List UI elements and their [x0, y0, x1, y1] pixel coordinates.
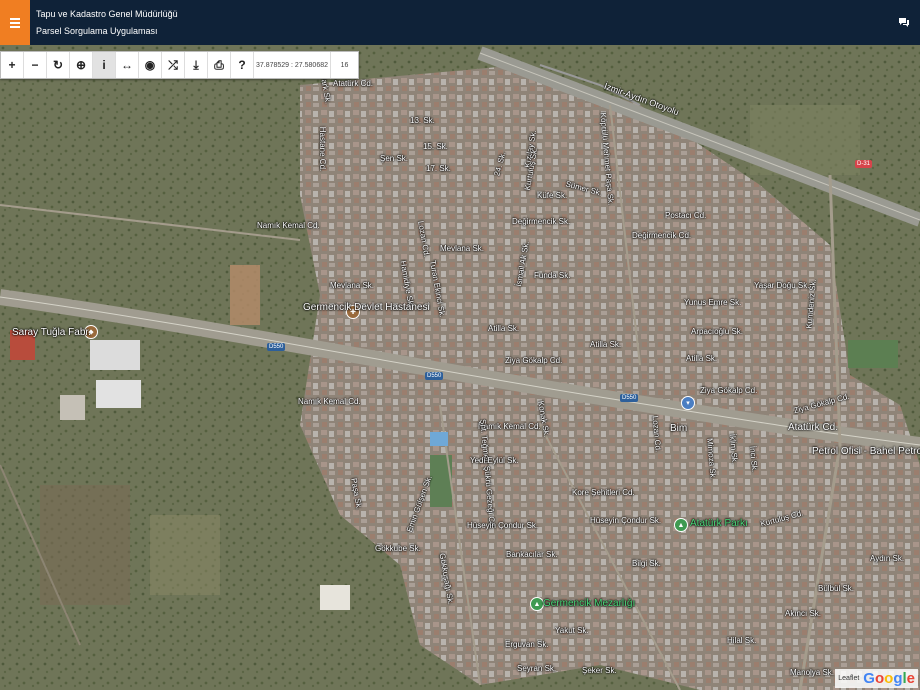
- app-root: Tapu ve Kadastro Genel Müdürlüğü Parsel …: [0, 0, 920, 690]
- road-shield: D550: [620, 394, 639, 402]
- street-label: Bülbül Sk.: [818, 584, 855, 593]
- road-shield: D550: [425, 372, 444, 380]
- street-label: Postacı Cd.: [665, 211, 707, 220]
- info-icon: i: [102, 58, 106, 72]
- poi-label[interactable]: Germencik Devlet Hastanesi: [303, 303, 430, 313]
- street-label: Ziya Gökalp Cd.: [700, 386, 758, 395]
- street-label: Değirmencik Cd.: [632, 231, 692, 240]
- question-icon: ?: [238, 58, 246, 72]
- street-label: Aydın Sk.: [870, 554, 905, 563]
- measure-line-button[interactable]: ↔: [116, 52, 139, 78]
- minus-icon: −: [31, 58, 39, 72]
- poi-label[interactable]: Bim: [670, 424, 687, 434]
- download-button[interactable]: ⤓: [185, 52, 208, 78]
- app-title: Tapu ve Kadastro Genel Müdürlüğü: [36, 9, 178, 19]
- street-label: 15. Sk.: [423, 142, 448, 151]
- street-label: Hastane Cd.: [318, 126, 328, 172]
- zoom-in-button[interactable]: +: [1, 52, 24, 78]
- street-label: Akıncı Sk.: [785, 609, 822, 618]
- road-shield: D550: [267, 343, 286, 351]
- highway-shield: D-31: [855, 160, 873, 168]
- poi-label[interactable]: Germencik Mezarlığı: [543, 599, 635, 609]
- ruler-icon: ↔: [121, 58, 133, 72]
- app-header: Tapu ve Kadastro Genel Müdürlüğü Parsel …: [0, 0, 920, 45]
- download-icon: ⤓: [193, 57, 199, 72]
- hamburger-icon: [10, 16, 20, 30]
- shuffle-icon: ⤮: [168, 57, 178, 72]
- street-label: İklim Sk.: [727, 433, 740, 465]
- cemetery-marker-icon[interactable]: ▲: [530, 597, 544, 611]
- street-label: Hüseyin Çondur Sk.: [590, 516, 662, 525]
- street-label: Namık Kemal Cd.: [298, 397, 361, 406]
- street-label: Kore Şehitleri Cd.: [572, 488, 635, 497]
- street-label: Seyran Sk.: [517, 664, 557, 673]
- poi-label[interactable]: Saray Tuğla Fabr.: [12, 328, 91, 338]
- street-label: Şeker Sk.: [582, 666, 617, 675]
- menu-button[interactable]: [0, 0, 30, 45]
- street-label: Arpacıoğlu Sk.: [691, 327, 744, 336]
- crosshair-icon: ⊕: [75, 58, 87, 72]
- street-label: Hüseyin Çondur Sk.: [467, 521, 539, 530]
- street-label: Atilla Sk.: [590, 340, 622, 349]
- street-label: İnci Sk.: [747, 445, 760, 473]
- street-label: Gökkube Sk.: [375, 544, 421, 553]
- street-label: Namık Kemal Cd.: [257, 221, 320, 230]
- street-label: Bilgi Sk.: [632, 559, 661, 568]
- street-label: Şen Sk.: [380, 154, 409, 163]
- street-label: Hilal Sk.: [727, 636, 757, 645]
- street-label: Yaşar Doğu Sk.: [754, 281, 810, 290]
- refresh-button[interactable]: ↻: [47, 52, 70, 78]
- street-label: Ziya Gökalp Cd.: [505, 356, 563, 365]
- street-label: Atatürk Cd.: [788, 422, 839, 433]
- street-label: Yunus Emre Sk.: [684, 298, 742, 307]
- street-label: Funda Sk.: [534, 271, 571, 280]
- coordinate-readout: 37.878529 : 27.580682: [254, 52, 331, 78]
- poi-label[interactable]: Atatürk Parkı: [690, 519, 748, 529]
- street-label: Manolya Sk.: [790, 668, 835, 677]
- street-label: Mevlana Sk.: [440, 244, 485, 253]
- print-icon: ⎙: [214, 57, 224, 72]
- park-marker-icon[interactable]: ▲: [674, 518, 688, 532]
- locate-button[interactable]: ⊕: [70, 52, 93, 78]
- google-logo: Google: [863, 670, 915, 687]
- street-label: Erguvan Sk.: [505, 640, 549, 649]
- map-attribution[interactable]: Leaflet Google: [835, 669, 918, 688]
- street-label: Atilla Sk.: [488, 324, 520, 333]
- shopping-marker-icon[interactable]: ▾: [681, 396, 695, 410]
- eye-icon: ◉: [144, 58, 156, 72]
- map-toolbar: + − ↻ ⊕ i ↔ ◉ ⤮ ⤓ ⎙ ? 37.878529 : 27.580…: [0, 51, 359, 79]
- street-label: Bankacılar Sk.: [506, 550, 558, 559]
- app-subtitle: Parsel Sorgulama Uygulaması: [36, 26, 158, 36]
- poi-label[interactable]: Petrol Ofisi - Bahel Petrol: [812, 447, 920, 457]
- zoom-out-button[interactable]: −: [24, 52, 47, 78]
- chat-icon[interactable]: [898, 17, 910, 27]
- street-label: Küfe Sk.: [537, 191, 568, 200]
- street-label: Mevlana Sk.: [330, 281, 375, 290]
- street-label: Atatürk Cd.: [333, 79, 374, 88]
- street-label: Değirmencik Sk.: [512, 217, 571, 226]
- refresh-icon: ↻: [52, 58, 64, 72]
- street-label: 17. Sk.: [426, 164, 451, 173]
- zoom-level-readout: 16: [340, 61, 349, 69]
- print-button[interactable]: ⎙: [208, 52, 231, 78]
- view-button[interactable]: ◉: [139, 52, 162, 78]
- street-label: Yakut Sk.: [555, 626, 589, 635]
- help-button[interactable]: ?: [231, 52, 254, 78]
- map-view[interactable]: Atatürk Cd. Hastane Cd. Park Sk. Şen Sk.…: [0, 45, 920, 690]
- street-label: Atilla Sk.: [686, 354, 718, 363]
- street-label: 13. Sk.: [410, 116, 435, 125]
- shuffle-button[interactable]: ⤮: [162, 52, 185, 78]
- street-label: Yedi Eylül Sk.: [470, 456, 519, 465]
- leaflet-link[interactable]: Leaflet: [838, 675, 859, 682]
- plus-icon: +: [8, 58, 16, 72]
- info-button[interactable]: i: [93, 52, 116, 78]
- satellite-imagery: [0, 45, 920, 690]
